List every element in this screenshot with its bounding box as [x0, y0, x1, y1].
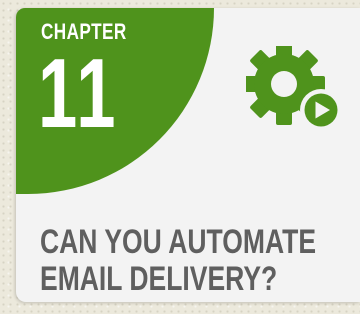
chapter-title-line-1: CAN YOU AUTOMATE: [40, 223, 317, 261]
gear-with-play-icon: [246, 46, 342, 131]
chapter-number: 11: [38, 38, 119, 148]
chapter-title-line-2: EMAIL DELIVERY?: [40, 260, 278, 298]
chapter-card: CHAPTER 11 CAN YOU AUTOMATE EMAIL DELIVE…: [16, 8, 360, 302]
chapter-title: CAN YOU AUTOMATE EMAIL DELIVERY?: [40, 224, 352, 298]
gear-hole: [271, 71, 297, 97]
play-icon: [300, 89, 342, 131]
chapter-badge: CHAPTER 11: [16, 8, 214, 194]
